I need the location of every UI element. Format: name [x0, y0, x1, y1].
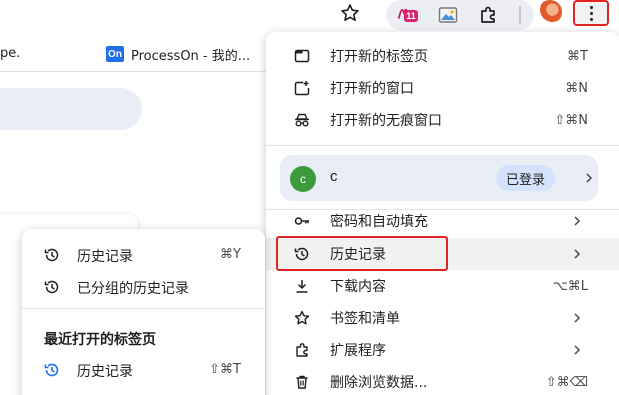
puzzle-extensions-icon[interactable]	[476, 3, 500, 27]
submenu-item-history[interactable]: 历史记录 ⌘Y	[22, 239, 265, 271]
history-icon	[44, 279, 60, 295]
menu-item-new-window[interactable]: 打开新的窗口 ⌘N	[266, 72, 619, 104]
menu-item-shortcut: ⌘T	[567, 48, 588, 64]
chrome-menu-button[interactable]	[573, 0, 609, 26]
profile-avatar: c	[290, 166, 316, 192]
puzzle-icon	[294, 342, 310, 358]
menu-item-downloads[interactable]: 下载内容 ⌥⌘L	[266, 270, 619, 302]
profile-row[interactable]: c c 已登录	[280, 155, 598, 201]
chevron-right-icon	[574, 345, 581, 355]
bookmark-processon[interactable]: On ProcessOn - 我的...	[106, 44, 250, 64]
menu-item-new-tab[interactable]: 打开新的标签页 ⌘T	[266, 40, 619, 72]
menu-item-label: 扩展程序	[330, 343, 386, 359]
chevron-right-icon	[574, 313, 581, 323]
new-tab-icon	[294, 48, 310, 64]
menu-item-label: 打开新的窗口	[330, 81, 414, 97]
extension-badge: 11	[404, 10, 418, 22]
profile-name: c	[330, 168, 338, 185]
menu-item-label: 密码和自动填充	[330, 214, 428, 230]
menu-item-shortcut: ⌘N	[565, 80, 588, 96]
menu-item-incognito[interactable]: 打开新的无痕窗口 ⇧⌘N	[266, 104, 619, 136]
submenu-item-shortcut: ⌘Y	[220, 247, 241, 262]
menu-item-shortcut: ⇧⌘⌫	[545, 374, 588, 390]
chevron-right-icon	[586, 173, 593, 183]
submenu-item-label: 历史记录	[77, 364, 133, 380]
submenu-item-recent-history[interactable]: 历史记录 ⇧⌘T	[22, 354, 265, 386]
processon-favicon-icon: On	[106, 46, 124, 62]
download-icon	[294, 278, 310, 294]
menu-item-shortcut: ⇧⌘N	[554, 112, 588, 128]
submenu-item-shortcut: ⇧⌘T	[209, 362, 241, 377]
menu-separator	[266, 145, 619, 146]
menu-item-passwords[interactable]: 密码和自动填充	[266, 205, 619, 237]
page-search-box[interactable]	[0, 88, 142, 130]
history-submenu: 历史记录 ⌘Y 已分组的历史记录 最近打开的标签页 历史记录 ⇧⌘T	[22, 229, 265, 395]
new-window-icon	[294, 80, 310, 96]
more-vert-icon	[589, 5, 593, 21]
extensions-area: 11	[386, 0, 534, 30]
profile-avatar-icon[interactable]	[538, 0, 562, 24]
trash-icon	[294, 374, 310, 390]
bookmark-star-icon[interactable]	[338, 2, 362, 24]
menu-item-label: 书签和清单	[330, 311, 400, 327]
chevron-right-icon	[574, 249, 581, 259]
star-icon	[294, 310, 310, 326]
menu-item-label: 下载内容	[330, 279, 386, 295]
menu-item-bookmarks[interactable]: 书签和清单	[266, 302, 619, 334]
submenu-item-label: 已分组的历史记录	[77, 281, 189, 297]
submenu-separator	[22, 308, 265, 309]
browser-toolbar: 11	[0, 0, 619, 36]
menu-item-label: 打开新的无痕窗口	[330, 113, 442, 129]
incognito-icon	[294, 112, 310, 128]
submenu-item-label: 历史记录	[77, 249, 133, 265]
bookmark-truncated[interactable]: pe.	[0, 46, 20, 61]
history-blue-icon	[44, 362, 60, 378]
menu-item-label: 删除浏览数据...	[330, 375, 428, 391]
submenu-item-grouped-history[interactable]: 已分组的历史记录	[22, 271, 265, 303]
history-highlight-box	[276, 236, 448, 271]
menu-item-shortcut: ⌥⌘L	[552, 278, 588, 294]
chevron-right-icon	[574, 216, 581, 226]
chrome-main-menu: 打开新的标签页 ⌘T 打开新的窗口 ⌘N 打开新的无痕窗口 ⇧⌘N c c 已登…	[266, 32, 619, 395]
key-icon	[294, 213, 310, 229]
menu-item-clear-data[interactable]: 删除浏览数据... ⇧⌘⌫	[266, 366, 619, 395]
image-extension-icon[interactable]	[436, 4, 460, 26]
history-icon	[44, 247, 60, 263]
menu-item-label: 打开新的标签页	[330, 49, 428, 65]
toolbar-divider	[519, 6, 521, 24]
bookmark-label: ProcessOn - 我的...	[131, 48, 251, 64]
handwriting-extension-icon[interactable]: 11	[394, 2, 422, 26]
signed-in-badge: 已登录	[496, 165, 556, 191]
menu-item-extensions[interactable]: 扩展程序	[266, 334, 619, 366]
recent-tabs-heading: 最近打开的标签页	[44, 332, 156, 348]
